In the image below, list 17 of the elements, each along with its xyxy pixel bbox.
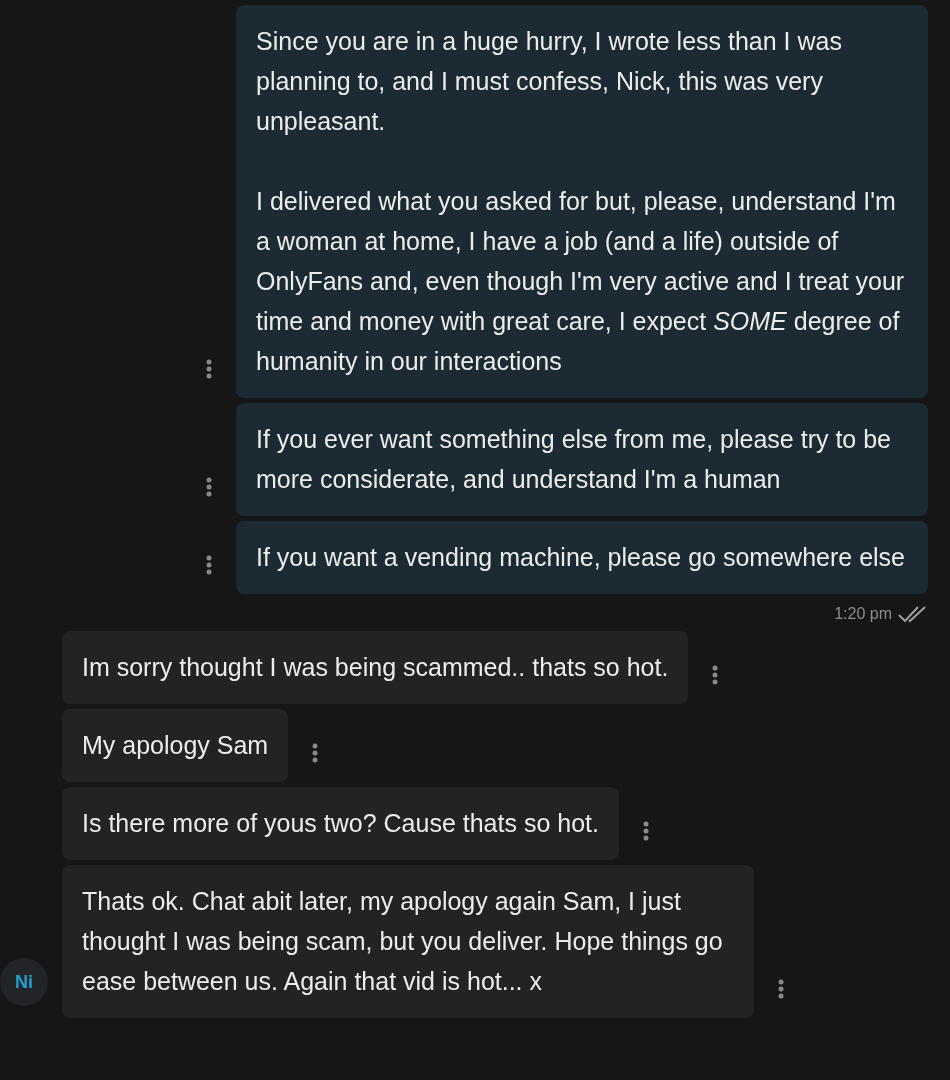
more-options-icon[interactable] — [778, 979, 784, 999]
message-text: I delivered what you asked for but, please, understand I'm a woman at home, I have a job (and a life) outside of OnlyFans and, even though I'm very active and I treat your time and money with great care, I expect SOME degree of humanity in our interactions — [256, 186, 906, 377]
more-options-icon[interactable] — [206, 555, 212, 575]
more-options-icon[interactable] — [642, 821, 649, 841]
message-text: Is there more of yous two? Cause thats so hot. — [82, 808, 599, 839]
avatar[interactable]: Ni — [0, 958, 48, 1006]
message-text: Since you are in a huge hurry, I wrote less than I was planning to, and I must confess, Nick, this was very unpleasant. — [256, 26, 843, 137]
timestamp: 1:20 pm — [834, 605, 892, 623]
message-text: Im sorry thought I was being scammed.. thats so hot. — [82, 652, 669, 683]
message-text: Thats ok. Chat abit later, my apology again Sam, I just thought I was being scam, but you deliver. Hope things go ease between us. Again that vid is hot... x — [82, 886, 724, 997]
message-text: If you ever want something else from me, please try to be more considerate, and understand I'm a human — [256, 424, 893, 495]
message-text: If you want a vending machine, please go somewhere else — [256, 542, 906, 573]
more-options-icon[interactable] — [312, 743, 319, 763]
more-options-icon[interactable] — [206, 477, 212, 497]
more-options-icon[interactable] — [206, 359, 212, 379]
message-text: My apology Sam — [82, 730, 269, 761]
more-options-icon[interactable] — [712, 665, 719, 685]
